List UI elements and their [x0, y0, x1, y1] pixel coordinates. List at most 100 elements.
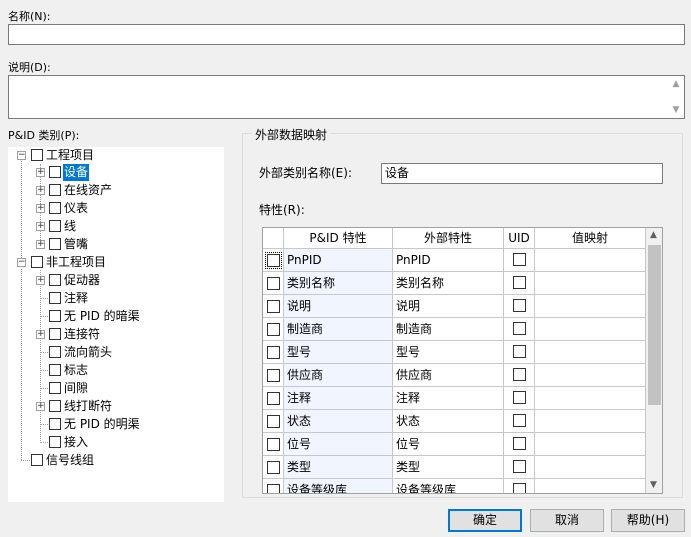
pid-property-cell[interactable]: 类别名称 [284, 272, 393, 295]
uid-cell[interactable] [504, 456, 535, 479]
collapse-icon[interactable]: − [17, 151, 26, 160]
tree-node[interactable]: − 工程项目 [8, 147, 208, 164]
uid-checkbox[interactable] [513, 483, 526, 493]
uid-checkbox[interactable] [513, 391, 526, 404]
table-row[interactable]: 类型 类型 [263, 456, 646, 479]
uid-cell[interactable] [504, 479, 535, 493]
expand-icon[interactable]: + [36, 276, 45, 285]
expand-icon[interactable]: + [36, 186, 45, 195]
row-select-cell[interactable] [263, 295, 284, 318]
pid-property-cell[interactable]: 制造商 [284, 318, 393, 341]
row-checkbox[interactable] [267, 484, 280, 493]
tree-checkbox[interactable] [49, 418, 61, 430]
help-button[interactable]: 帮助(H) [611, 509, 685, 532]
tree-node[interactable]: 接入 [8, 434, 208, 451]
tree-checkbox[interactable] [31, 256, 43, 268]
table-row[interactable]: PnPID PnPID [263, 249, 646, 272]
table-row[interactable]: 供应商 供应商 [263, 364, 646, 387]
uid-checkbox[interactable] [513, 368, 526, 381]
value-mapping-cell[interactable] [535, 410, 646, 433]
tree-checkbox[interactable] [49, 346, 61, 358]
description-input[interactable]: ▲ ▼ [8, 75, 685, 119]
table-row[interactable]: 类别名称 类别名称 [263, 272, 646, 295]
value-mapping-cell[interactable] [535, 433, 646, 456]
pid-property-cell[interactable]: 说明 [284, 295, 393, 318]
tree-checkbox[interactable] [49, 202, 61, 214]
value-mapping-cell[interactable] [535, 318, 646, 341]
column-header[interactable]: 值映射 [535, 228, 646, 249]
row-checkbox[interactable] [267, 346, 280, 359]
cancel-button[interactable]: 取消 [530, 509, 604, 532]
expand-icon[interactable]: + [36, 240, 45, 249]
ext-class-input[interactable]: 设备 [381, 163, 663, 184]
uid-cell[interactable] [504, 364, 535, 387]
pid-property-cell[interactable]: 设备等级库 [284, 479, 393, 493]
tree-checkbox[interactable] [49, 328, 61, 340]
uid-cell[interactable] [504, 433, 535, 456]
tree-checkbox[interactable] [49, 166, 61, 178]
row-select-cell[interactable] [263, 364, 284, 387]
row-checkbox[interactable] [267, 461, 280, 474]
row-checkbox[interactable] [267, 323, 280, 336]
row-checkbox[interactable] [267, 415, 280, 428]
tree-node[interactable]: + 连接符 [8, 326, 208, 343]
tree-checkbox[interactable] [49, 220, 61, 232]
table-row[interactable]: 制造商 制造商 [263, 318, 646, 341]
row-select-cell[interactable] [263, 318, 284, 341]
column-header[interactable]: UID [504, 228, 535, 249]
expand-icon[interactable]: + [36, 330, 45, 339]
uid-cell[interactable] [504, 410, 535, 433]
scroll-thumb[interactable] [648, 245, 661, 405]
scroll-down-icon[interactable]: ▼ [668, 102, 684, 118]
row-checkbox[interactable] [267, 369, 280, 382]
tree-node[interactable]: 无 PID 的暗渠 [8, 308, 208, 325]
pid-property-cell[interactable]: 位号 [284, 433, 393, 456]
tree-node[interactable]: 无 PID 的明渠 [8, 416, 208, 433]
pid-property-cell[interactable]: 供应商 [284, 364, 393, 387]
value-mapping-cell[interactable] [535, 295, 646, 318]
uid-checkbox[interactable] [513, 299, 526, 312]
expand-icon[interactable]: + [36, 222, 45, 231]
table-row[interactable]: 设备等级库 设备等级库 [263, 479, 646, 493]
value-mapping-cell[interactable] [535, 387, 646, 410]
scroll-down-icon[interactable]: ▼ [650, 480, 657, 490]
tree-checkbox[interactable] [49, 436, 61, 448]
tree-node[interactable]: + 线 [8, 218, 208, 235]
value-mapping-cell[interactable] [535, 479, 646, 493]
expand-icon[interactable]: + [36, 204, 45, 213]
table-row[interactable]: 状态 状态 [263, 410, 646, 433]
row-select-cell[interactable] [263, 272, 284, 295]
tree-node[interactable]: + 线打断符 [8, 398, 208, 415]
uid-cell[interactable] [504, 387, 535, 410]
pid-property-cell[interactable]: 型号 [284, 341, 393, 364]
value-mapping-cell[interactable] [535, 341, 646, 364]
properties-grid[interactable]: P&ID 特性 外部特性 UID 值映射 PnPID PnPID 类别名称 类别名称说… [262, 227, 663, 494]
tree-node[interactable]: + 仪表 [8, 200, 208, 217]
tree-checkbox[interactable] [31, 454, 43, 466]
tree-node[interactable]: 流向箭头 [8, 344, 208, 361]
tree-checkbox[interactable] [49, 184, 61, 196]
uid-cell[interactable] [504, 341, 535, 364]
category-tree[interactable]: − 工程项目 + 设备 + 在线资产 + 仪表 + 线 + 管嘴 − 非工程项目… [8, 147, 224, 502]
table-row[interactable]: 说明 说明 [263, 295, 646, 318]
external-property-cell[interactable]: 型号 [393, 341, 504, 364]
tree-checkbox[interactable] [49, 274, 61, 286]
tree-checkbox[interactable] [49, 238, 61, 250]
uid-checkbox[interactable] [513, 414, 526, 427]
value-mapping-cell[interactable] [535, 456, 646, 479]
tree-node[interactable]: 间隙 [8, 380, 208, 397]
uid-checkbox[interactable] [513, 345, 526, 358]
external-property-cell[interactable]: PnPID [393, 249, 504, 272]
row-checkbox[interactable] [267, 392, 280, 405]
uid-checkbox[interactable] [513, 276, 526, 289]
row-select-cell[interactable] [263, 433, 284, 456]
row-select-cell[interactable] [263, 479, 284, 493]
scroll-up-icon[interactable]: ▲ [650, 230, 657, 240]
row-checkbox[interactable] [267, 277, 280, 290]
tree-node[interactable]: + 管嘴 [8, 236, 208, 253]
name-input[interactable] [8, 24, 685, 45]
expand-icon[interactable]: + [36, 402, 45, 411]
external-property-cell[interactable]: 设备等级库 [393, 479, 504, 493]
tree-node[interactable]: + 设备 [8, 164, 208, 181]
external-property-cell[interactable]: 说明 [393, 295, 504, 318]
